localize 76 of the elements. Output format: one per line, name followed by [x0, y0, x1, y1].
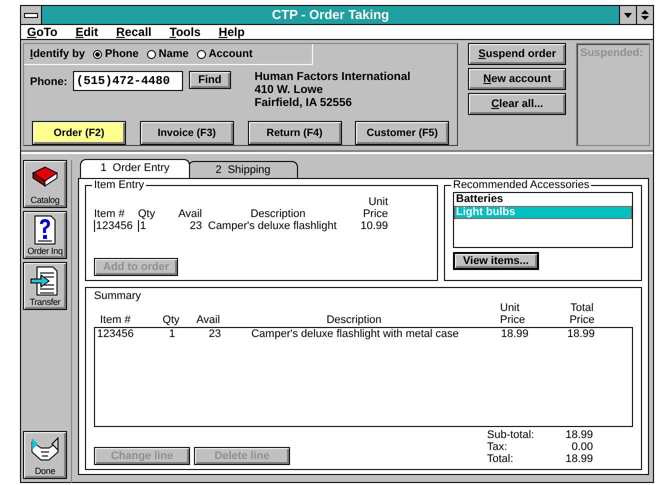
- column-header: Description: [249, 208, 307, 220]
- system-menu-button[interactable]: [21, 6, 42, 24]
- action-button[interactable]: Clear all...: [468, 93, 566, 115]
- tab[interactable]: 1 Order Entry: [80, 159, 190, 178]
- table-cell-text: Camper's deluxe flashlight with metal case: [250, 328, 460, 340]
- menu-item[interactable]: GoTo: [27, 25, 58, 39]
- find-button[interactable]: Find: [189, 71, 230, 90]
- toolbar-button[interactable]: Transfer: [23, 262, 67, 310]
- toolbar-label: Catalog: [30, 195, 60, 205]
- menu-item[interactable]: Tools: [170, 25, 201, 39]
- column-header: Unit Price: [362, 196, 388, 220]
- toolbar-button[interactable]: Done: [23, 431, 67, 479]
- toolbar-label: Order Inq: [27, 246, 63, 256]
- toolbar-label: Transfer: [30, 297, 60, 307]
- list-item[interactable]: Batteries: [454, 193, 632, 206]
- view-items-button[interactable]: View items...: [453, 252, 539, 270]
- column-header: Avail: [177, 208, 203, 220]
- column-header: Avail: [195, 314, 220, 326]
- mode-button[interactable]: Order (F2): [32, 121, 126, 145]
- table-cell-text: 18.99: [500, 328, 530, 340]
- toolbar-label: Done: [34, 466, 56, 476]
- menu-item[interactable]: Help: [218, 25, 245, 39]
- radio-label: Account: [208, 48, 253, 60]
- action-button[interactable]: New account: [468, 68, 566, 90]
- group-title: Summary: [94, 290, 142, 302]
- restore-button[interactable]: [636, 6, 653, 24]
- phone-label: Phone:: [30, 76, 68, 88]
- radio-option[interactable]: Account: [196, 48, 253, 60]
- total-label: Tax:: [487, 441, 508, 453]
- column-header: Qty: [138, 208, 156, 220]
- table-cell-text: 23: [208, 328, 221, 340]
- input-field[interactable]: 123456: [94, 220, 138, 232]
- radio-option[interactable]: Phone: [93, 48, 139, 60]
- address-line: 410 W. Lowe: [254, 84, 324, 98]
- column-header: Qty: [161, 314, 181, 326]
- radio-label: Phone: [105, 48, 139, 60]
- table-cell-text: 1: [168, 328, 176, 340]
- column-header: Item #: [94, 208, 126, 220]
- phone-field[interactable]: (515)472-4480: [73, 71, 184, 92]
- action-button[interactable]: Suspend order: [468, 43, 566, 65]
- total-value: 0.00: [570, 441, 593, 453]
- menu-item[interactable]: Recall: [116, 25, 152, 39]
- table-cell-text: 18.99: [566, 328, 596, 340]
- radio-button[interactable]: [93, 50, 102, 59]
- mode-button[interactable]: Invoice (F3): [140, 121, 234, 145]
- column-header: Item #: [99, 314, 132, 326]
- toolbar-button[interactable]: Order Inq: [23, 211, 67, 259]
- radio-option[interactable]: Name: [146, 48, 189, 60]
- total-value: 18.99: [564, 429, 593, 441]
- column-header: Unit Price: [499, 302, 526, 326]
- table-cell-text: 123456: [96, 328, 135, 340]
- table-cell-text: 23: [188, 220, 203, 232]
- mode-button[interactable]: Return (F4): [248, 121, 342, 145]
- toolbar-button[interactable]: Catalog: [23, 160, 67, 208]
- table-cell-text: Camper's deluxe flashlight: [208, 220, 338, 232]
- total-value: 18.99: [564, 453, 593, 465]
- group-title: Recommended Accessories: [451, 179, 592, 191]
- group-title: Item Entry: [92, 179, 146, 191]
- total-label: Total:: [487, 453, 514, 465]
- identify-label: Identify by: [30, 48, 86, 60]
- radio-button[interactable]: [196, 50, 206, 59]
- menu-item[interactable]: Edit: [75, 25, 98, 39]
- column-header: Total Price: [568, 302, 596, 326]
- radio-button[interactable]: [146, 50, 156, 59]
- mode-button[interactable]: Customer (F5): [355, 121, 450, 145]
- input-field[interactable]: 1: [138, 220, 168, 232]
- minimize-button[interactable]: [619, 6, 636, 24]
- tab[interactable]: 2 Shipping: [188, 161, 298, 178]
- table-cell-text: 10.99: [359, 220, 388, 232]
- address-line: Human Factors International: [254, 71, 410, 84]
- address-line: Fairfield, IA 52556: [254, 97, 353, 110]
- column-header: Description: [325, 314, 383, 326]
- restore-icon: [639, 9, 651, 21]
- total-label: Sub-total:: [487, 429, 536, 441]
- window-title: CTP - Order Taking: [270, 6, 390, 24]
- radio-label: Name: [158, 48, 189, 60]
